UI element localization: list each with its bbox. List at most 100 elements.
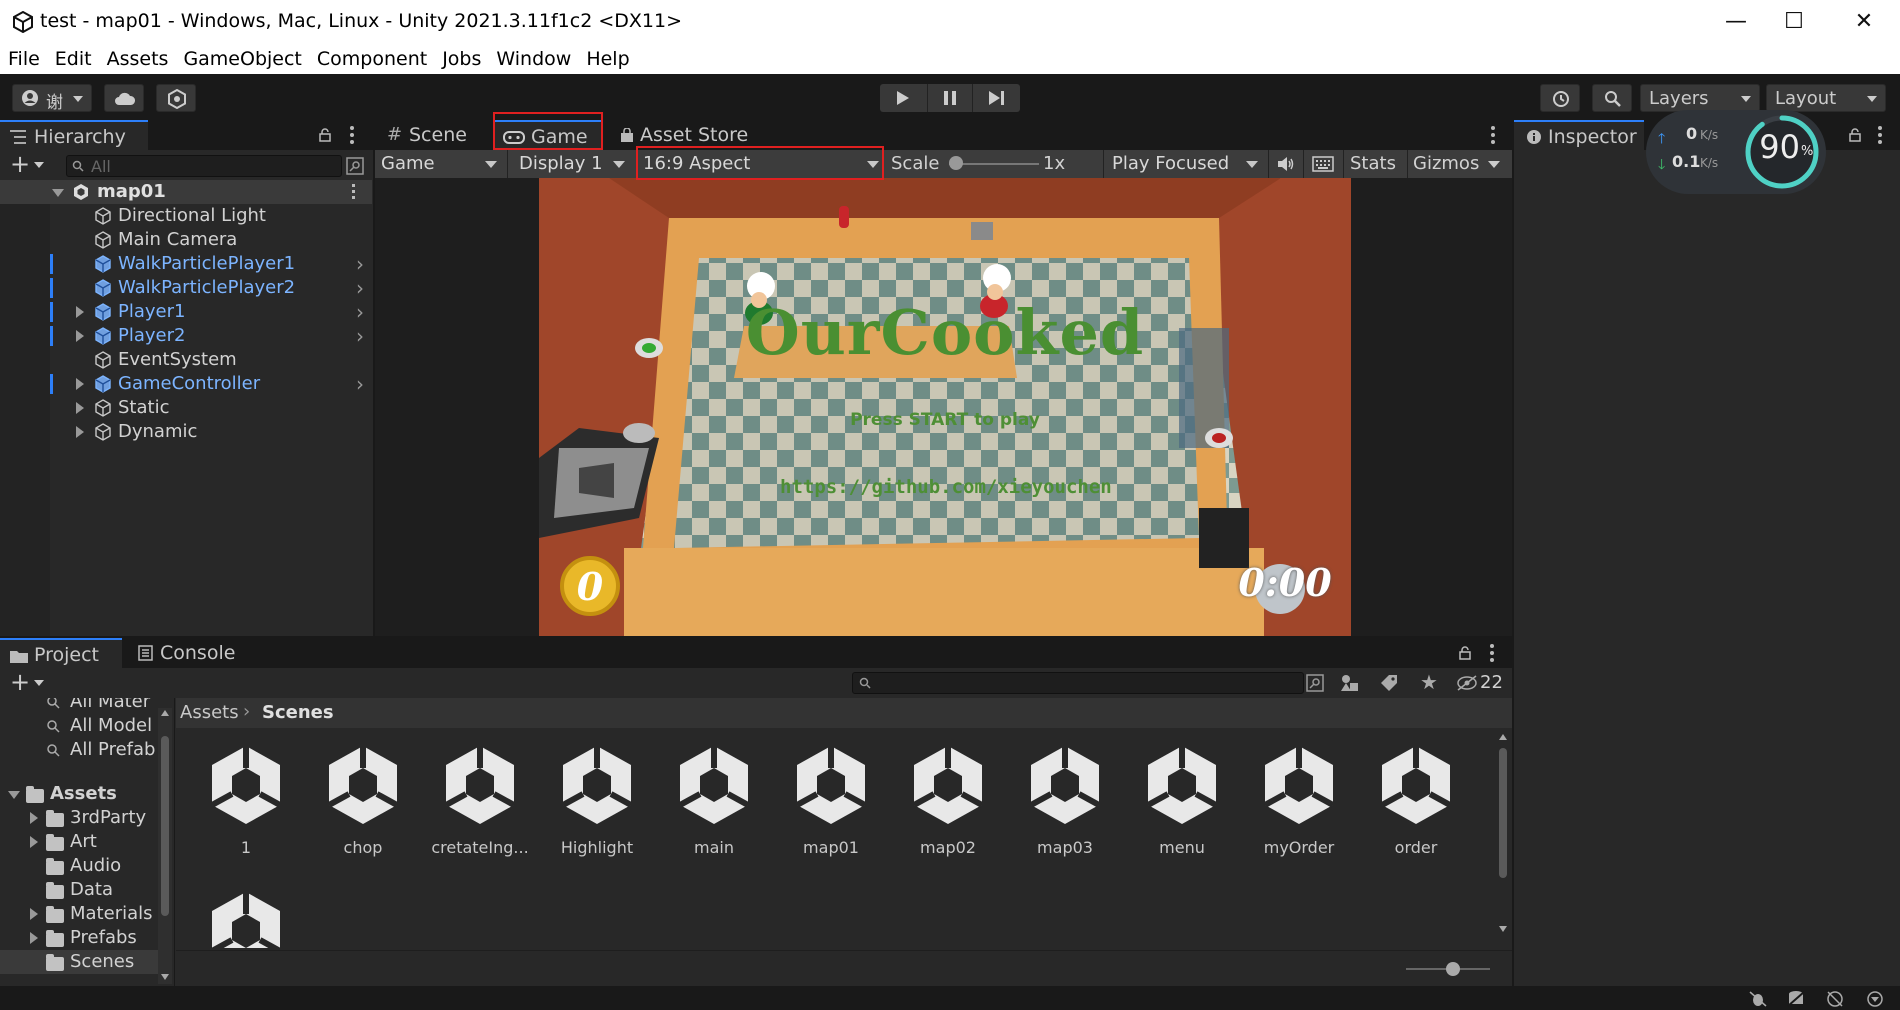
panel-menu-kebab-icon[interactable] — [350, 126, 354, 144]
chevron-right-icon[interactable]: › — [356, 372, 364, 396]
auto-generate-lighting-icon[interactable] — [1826, 990, 1844, 1008]
tree-scrollbar[interactable] — [158, 708, 172, 984]
pause-button[interactable] — [927, 84, 973, 112]
hierarchy-item[interactable]: Dynamic — [0, 420, 372, 444]
cache-server-icon[interactable] — [1786, 990, 1806, 1008]
chevron-right-icon[interactable]: › — [356, 300, 364, 324]
game-mode-dropdown[interactable]: Game — [375, 151, 505, 177]
lock-icon[interactable] — [1848, 128, 1862, 142]
hierarchy-item[interactable]: Static — [0, 396, 372, 420]
folder-tree-item[interactable]: Prefabs — [0, 926, 158, 950]
asset-grid-scrollbar[interactable] — [1496, 728, 1510, 948]
add-object-button[interactable]: + — [10, 152, 30, 176]
hierarchy-item[interactable]: Player2 › — [0, 324, 372, 348]
hierarchy-item[interactable]: WalkParticlePlayer2 › — [0, 276, 372, 300]
progress-spinner-icon[interactable] — [1866, 990, 1884, 1008]
folder-tree-item[interactable]: Data — [0, 878, 158, 902]
filter-by-type-icon[interactable] — [1340, 674, 1360, 692]
expand-arrow-icon[interactable] — [76, 402, 84, 414]
tab-hierarchy[interactable]: Hierarchy — [0, 120, 148, 150]
menu-component[interactable]: Component — [309, 44, 434, 70]
play-focused-dropdown[interactable]: Play Focused — [1106, 151, 1266, 177]
expand-arrow-icon[interactable] — [76, 306, 84, 318]
maximize-button[interactable]: ☐ — [1778, 8, 1810, 36]
tab-project[interactable]: Project — [0, 638, 122, 668]
scene-menu-kebab-icon[interactable] — [352, 184, 356, 199]
gizmos-chevron-down-icon[interactable] — [1488, 161, 1500, 168]
breadcrumb-scenes[interactable]: Scenes — [262, 702, 334, 723]
expand-arrow-icon[interactable] — [76, 330, 84, 342]
expand-arrow-icon[interactable] — [30, 812, 38, 824]
tab-scene[interactable]: # Scene — [375, 120, 485, 150]
scroll-down-icon[interactable] — [1499, 926, 1507, 932]
expand-arrow-icon[interactable] — [8, 791, 20, 799]
hidden-packages-icon[interactable] — [1456, 675, 1478, 691]
expand-arrow-icon[interactable] — [76, 426, 84, 438]
hierarchy-item[interactable]: Directional Light — [0, 204, 372, 228]
icon-size-slider-handle[interactable] — [1446, 962, 1460, 976]
lock-icon[interactable] — [1458, 646, 1472, 660]
search-button[interactable] — [1592, 84, 1632, 112]
keyboard-icon[interactable] — [1312, 156, 1334, 172]
chevron-right-icon[interactable]: › — [356, 324, 364, 348]
scene-search-icon[interactable] — [346, 157, 364, 175]
game-viewport[interactable]: OurCooked Press START to play https://gi… — [375, 178, 1512, 636]
menu-file[interactable]: File — [0, 44, 47, 70]
minimize-button[interactable]: — — [1720, 8, 1752, 36]
hierarchy-item[interactable]: Main Camera — [0, 228, 372, 252]
hierarchy-item[interactable]: GameController › — [0, 372, 372, 396]
scale-slider[interactable] — [949, 150, 1039, 178]
play-button[interactable] — [880, 84, 926, 112]
expand-arrow-icon[interactable] — [30, 836, 38, 848]
breadcrumb-assets[interactable]: Assets — [180, 702, 239, 723]
expand-arrow-icon[interactable] — [52, 189, 64, 197]
hierarchy-item[interactable]: WalkParticlePlayer1 › — [0, 252, 372, 276]
account-dropdown[interactable]: 谢 — [12, 84, 92, 113]
undo-history-button[interactable] — [1540, 84, 1580, 112]
create-asset-button[interactable]: + — [10, 670, 30, 694]
panel-menu-kebab-icon[interactable] — [1878, 126, 1882, 144]
gizmos-button[interactable]: Gizmos — [1413, 153, 1479, 174]
expand-arrow-icon[interactable] — [30, 908, 38, 920]
folder-tree-item[interactable]: Materials — [0, 902, 158, 926]
folder-tree-item[interactable]: Scenes — [0, 950, 158, 974]
menu-help[interactable]: Help — [578, 44, 636, 70]
menu-gameobject[interactable]: GameObject — [175, 44, 308, 70]
search-by-scene-icon[interactable] — [1306, 674, 1324, 692]
filter-by-label-icon[interactable] — [1380, 674, 1398, 692]
scale-slider-handle[interactable] — [949, 156, 963, 170]
project-search-input[interactable] — [852, 672, 1304, 694]
menu-assets[interactable]: Assets — [99, 44, 176, 70]
close-button[interactable]: ✕ — [1848, 8, 1880, 36]
asset-scrollbar-thumb[interactable] — [1499, 748, 1507, 878]
hierarchy-search-input[interactable]: All — [66, 155, 342, 177]
menu-edit[interactable]: Edit — [47, 44, 99, 70]
panel-menu-kebab-icon[interactable] — [1491, 126, 1495, 144]
step-button[interactable] — [974, 84, 1020, 112]
menu-window[interactable]: Window — [488, 44, 578, 70]
tree-scrollbar-thumb[interactable] — [161, 736, 169, 916]
expand-arrow-icon[interactable] — [30, 932, 38, 944]
tab-console[interactable]: Console — [126, 638, 256, 668]
folder-tree-item[interactable]: Audio — [0, 854, 158, 878]
favorite-star-icon[interactable]: ★ — [1420, 670, 1438, 694]
panel-menu-kebab-icon[interactable] — [1490, 644, 1494, 662]
lock-icon[interactable] — [318, 128, 332, 142]
hierarchy-item[interactable]: Player1 › — [0, 300, 372, 324]
layout-dropdown[interactable]: Layout — [1766, 84, 1886, 112]
chevron-right-icon[interactable]: › — [356, 252, 364, 276]
collab-button[interactable] — [156, 84, 196, 112]
display-dropdown[interactable]: Display 1 — [513, 151, 633, 177]
cloud-button[interactable] — [104, 84, 144, 112]
perf-monitor-widget[interactable]: 🡑 0 K/s 🡓 0.1 K/s 90 % — [1646, 110, 1826, 194]
chevron-right-icon[interactable]: › — [356, 276, 364, 300]
folder-tree-item[interactable]: Art — [0, 830, 158, 854]
stats-button[interactable]: Stats — [1350, 153, 1396, 174]
hierarchy-item[interactable]: EventSystem — [0, 348, 372, 372]
menu-jobs[interactable]: Jobs — [434, 44, 488, 70]
folder-tree-item[interactable]: 3rdParty — [0, 806, 158, 830]
scene-row[interactable]: map01 — [0, 180, 372, 204]
tab-inspector[interactable]: Inspector — [1514, 120, 1644, 150]
debug-icon[interactable] — [1748, 990, 1768, 1008]
folder-tree-item[interactable]: Assets — [0, 782, 158, 806]
